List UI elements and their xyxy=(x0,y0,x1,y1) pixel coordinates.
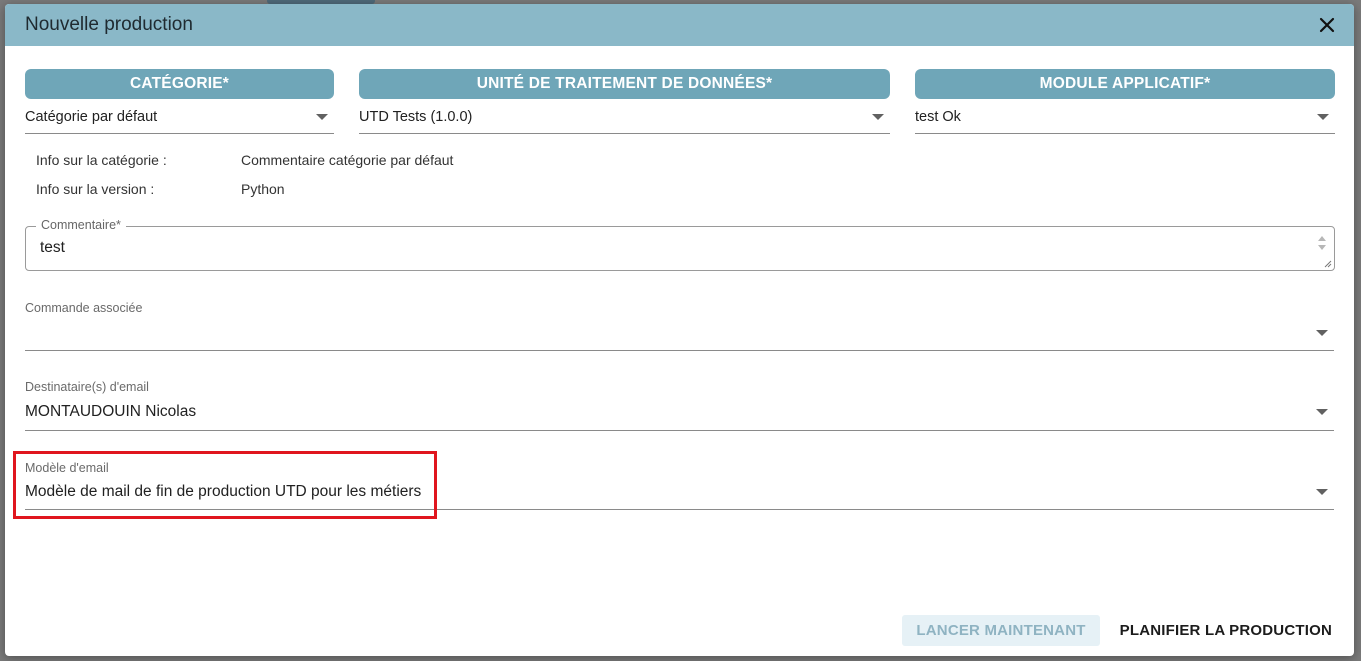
highlight-box xyxy=(13,451,437,519)
version-info-value: Python xyxy=(241,181,285,197)
scroll-arrows[interactable] xyxy=(1318,236,1328,250)
dialog-title: Nouvelle production xyxy=(25,14,193,35)
category-column: CATÉGORIE* Catégorie par défaut xyxy=(25,69,334,134)
scroll-up-icon[interactable] xyxy=(1318,236,1326,241)
module-header: MODULE APPLICATIF* xyxy=(915,69,1335,99)
commande-select[interactable] xyxy=(25,315,1334,351)
version-info-row: Info sur la version : Python xyxy=(5,181,1354,201)
module-column: MODULE APPLICATIF* test Ok xyxy=(915,69,1335,134)
new-production-dialog: Nouvelle production CATÉGORIE* Catégorie… xyxy=(5,4,1354,656)
utd-select[interactable]: UTD Tests (1.0.0) xyxy=(359,101,890,134)
chevron-down-icon xyxy=(1316,409,1328,415)
chevron-down-icon xyxy=(1316,489,1328,495)
module-select-value: test Ok xyxy=(915,109,961,125)
chevron-down-icon xyxy=(1317,114,1329,120)
close-icon xyxy=(1319,17,1335,33)
category-select[interactable]: Catégorie par défaut xyxy=(25,101,334,134)
close-button[interactable] xyxy=(1314,12,1340,38)
comment-label: Commentaire* xyxy=(36,218,126,232)
dialog-header: Nouvelle production xyxy=(5,4,1354,46)
scroll-down-icon[interactable] xyxy=(1318,245,1326,250)
dialog-actions: LANCER MAINTENANT PLANIFIER LA PRODUCTIO… xyxy=(902,615,1336,646)
utd-column: UNITÉ DE TRAITEMENT DE DONNÉES* UTD Test… xyxy=(359,69,890,134)
resize-handle-icon[interactable] xyxy=(1323,259,1332,268)
chevron-down-icon xyxy=(872,114,884,120)
comment-field[interactable]: Commentaire* test xyxy=(25,218,1335,271)
schedule-production-button[interactable]: PLANIFIER LA PRODUCTION xyxy=(1116,615,1336,646)
module-select[interactable]: test Ok xyxy=(915,101,1335,134)
chevron-down-icon xyxy=(316,114,328,120)
utd-header: UNITÉ DE TRAITEMENT DE DONNÉES* xyxy=(359,69,890,99)
recipients-value: MONTAUDOUIN Nicolas xyxy=(25,403,197,420)
recipients-label: Destinataire(s) d'email xyxy=(25,380,149,394)
category-info-row: Info sur la catégorie : Commentaire caté… xyxy=(5,152,1354,172)
category-info-label: Info sur la catégorie : xyxy=(36,152,167,168)
version-info-label: Info sur la version : xyxy=(36,181,155,197)
launch-now-button[interactable]: LANCER MAINTENANT xyxy=(902,615,1100,646)
category-select-value: Catégorie par défaut xyxy=(25,109,158,125)
recipients-field: Destinataire(s) d'email MONTAUDOUIN Nico… xyxy=(25,380,1334,431)
category-header: CATÉGORIE* xyxy=(25,69,334,99)
utd-select-value: UTD Tests (1.0.0) xyxy=(359,109,473,125)
recipients-select[interactable]: MONTAUDOUIN Nicolas xyxy=(25,394,1334,431)
commande-label: Commande associée xyxy=(25,301,143,315)
comment-value: test xyxy=(40,239,65,256)
chevron-down-icon xyxy=(1316,329,1328,336)
category-info-value: Commentaire catégorie par défaut xyxy=(241,152,454,168)
commande-field: Commande associée xyxy=(25,301,1334,351)
